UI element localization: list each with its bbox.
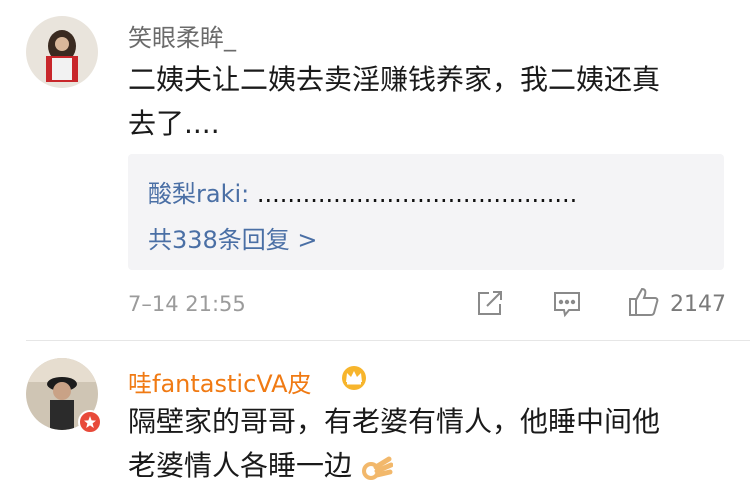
comment-text-line: 老婆情人各睡一边	[128, 449, 353, 482]
verified-badge-icon	[78, 410, 102, 434]
crown-icon	[340, 364, 368, 390]
like-icon[interactable]	[627, 285, 661, 319]
more-replies-link[interactable]: 共338条回复 >	[148, 220, 318, 255]
comment-text-line: 去了....	[128, 107, 220, 140]
reply-preview[interactable]: 酸梨raki: ................................…	[148, 174, 577, 209]
comment-text: 二姨夫让二姨去卖淫赚钱养家，我二姨还真 去了....	[128, 58, 728, 146]
ok-hand-emoji	[361, 452, 394, 482]
comment-text: 隔壁家的哥哥，有老婆有情人，他睡中间他 老婆情人各睡一边	[128, 400, 728, 488]
comment-text-line: 隔壁家的哥哥，有老婆有情人，他睡中间他	[128, 405, 661, 438]
comment-timestamp: 7–14 21:55	[128, 292, 246, 316]
divider	[26, 340, 750, 341]
reply-author[interactable]: 酸梨raki:	[148, 180, 249, 208]
comment-text-line: 二姨夫让二姨去卖淫赚钱养家，我二姨还真	[128, 63, 661, 96]
reply-text: ........................................…	[249, 180, 578, 208]
like-count: 2147	[670, 292, 726, 317]
comment-text-line-wrap: 老婆情人各睡一边	[128, 444, 728, 488]
comment-username[interactable]: 笑眼柔眸_	[128, 18, 236, 53]
share-icon[interactable]	[474, 287, 506, 319]
avatar[interactable]	[26, 16, 98, 88]
comment-username[interactable]: 哇fantasticVA皮	[128, 364, 312, 399]
comment-icon[interactable]	[551, 288, 583, 320]
reply-box[interactable]: 酸梨raki: ................................…	[128, 154, 724, 270]
